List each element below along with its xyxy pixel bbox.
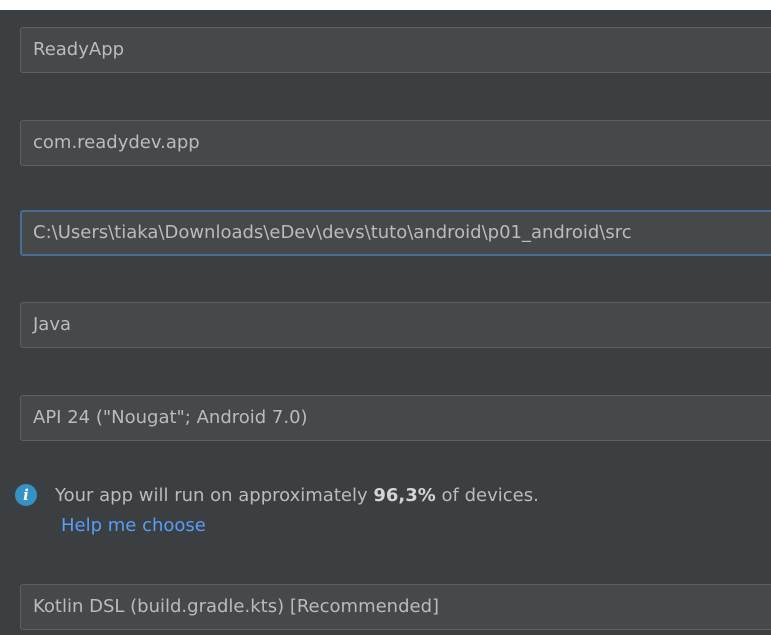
top-strip <box>0 0 771 10</box>
build-configuration-dropdown-value: Kotlin DSL (build.gradle.kts) [Recommend… <box>33 596 440 617</box>
help-me-choose-link[interactable]: Help me choose <box>61 515 206 536</box>
device-coverage-prefix: Your app will run on approximately <box>55 484 374 506</box>
name-field[interactable]: ReadyApp <box>20 27 771 73</box>
device-coverage-suffix: of devices. <box>435 484 539 506</box>
minimum-sdk-dropdown[interactable]: API 24 ("Nougat"; Android 7.0) <box>20 395 771 441</box>
device-coverage-info: i Your app will run on approximately 96,… <box>15 480 539 510</box>
info-icon: i <box>15 484 37 506</box>
save-location-field[interactable]: C:\Users\tiaka\Downloads\eDev\devs\tuto\… <box>20 210 771 256</box>
device-coverage-percentage: 96,3% <box>373 484 436 506</box>
package-name-field[interactable]: com.readydev.app <box>20 120 771 166</box>
build-configuration-dropdown[interactable]: Kotlin DSL (build.gradle.kts) [Recommend… <box>20 584 771 630</box>
device-coverage-text: Your app will run on approximately 96,3%… <box>55 485 539 506</box>
name-field-value: ReadyApp <box>33 39 125 60</box>
language-dropdown-value: Java <box>33 314 72 335</box>
minimum-sdk-dropdown-value: API 24 ("Nougat"; Android 7.0) <box>33 407 308 428</box>
save-location-field-value: C:\Users\tiaka\Downloads\eDev\devs\tuto\… <box>33 222 632 243</box>
language-dropdown[interactable]: Java <box>20 302 771 348</box>
package-name-field-value: com.readydev.app <box>33 132 200 153</box>
